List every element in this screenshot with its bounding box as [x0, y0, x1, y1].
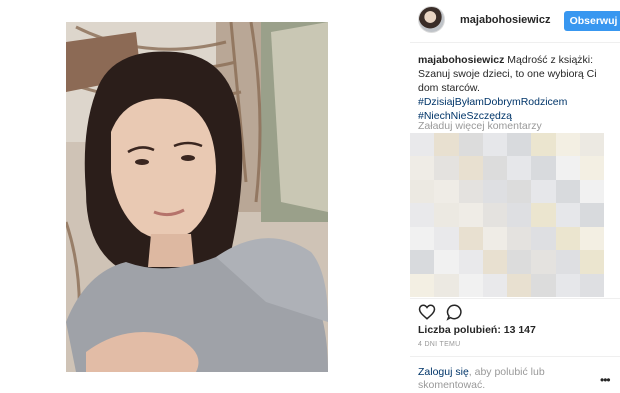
blur-cell	[507, 133, 532, 157]
blur-cell	[458, 179, 483, 204]
blur-cell	[531, 226, 556, 251]
blur-cell	[434, 273, 459, 297]
blurred-comments-area	[410, 133, 604, 297]
blur-cell	[555, 203, 580, 227]
divider	[410, 356, 620, 357]
blur-cell	[555, 133, 580, 157]
blur-cell	[434, 226, 459, 251]
blur-cell	[579, 250, 604, 274]
blur-cell	[555, 156, 580, 180]
blur-cell	[531, 273, 556, 297]
blur-cell	[482, 203, 507, 227]
blur-cell	[555, 250, 580, 274]
post-timestamp[interactable]: 4 DNI TEMU	[418, 341, 461, 348]
blur-cell	[458, 156, 483, 180]
blur-cell	[531, 133, 556, 157]
header-username[interactable]: majabohosiewicz	[460, 14, 550, 26]
blur-cell	[410, 156, 435, 180]
blur-cell	[579, 226, 604, 251]
blur-cell	[434, 156, 459, 180]
post-sidebar: majabohosiewicz Obserwuj majabohosiewicz…	[410, 0, 620, 393]
blur-cell	[555, 226, 580, 251]
blur-cell	[458, 203, 483, 227]
blur-cell	[579, 156, 604, 180]
blur-cell	[410, 273, 435, 297]
login-link[interactable]: Zaloguj się	[418, 366, 469, 378]
blur-cell	[458, 273, 483, 297]
blur-cell	[555, 179, 580, 204]
blur-cell	[579, 203, 604, 227]
divider	[410, 298, 620, 299]
blur-cell	[434, 179, 459, 204]
blur-cell	[507, 273, 532, 297]
likes-count[interactable]: Liczba polubień: 13 147	[418, 324, 536, 336]
blur-cell	[507, 203, 532, 227]
blur-cell	[482, 226, 507, 251]
blur-cell	[434, 250, 459, 274]
selfie-image	[66, 22, 328, 372]
blur-cell	[555, 273, 580, 297]
blur-cell	[579, 273, 604, 297]
blur-cell	[410, 250, 435, 274]
caption-text-line1: Mądrość z książki:	[507, 54, 594, 66]
blur-cell	[507, 250, 532, 274]
blur-cell	[458, 226, 483, 251]
post-photo[interactable]	[66, 22, 328, 372]
blur-cell	[410, 226, 435, 251]
blur-cell	[579, 133, 604, 157]
blur-cell	[482, 273, 507, 297]
blur-cell	[507, 179, 532, 204]
blur-cell	[434, 133, 459, 157]
avatar[interactable]	[418, 6, 445, 33]
login-prompt: Zaloguj się, aby polubić lub skomentować…	[418, 366, 583, 392]
post-header: majabohosiewicz Obserwuj	[418, 6, 620, 34]
comment-icon[interactable]	[446, 303, 464, 321]
follow-button[interactable]: Obserwuj	[564, 11, 620, 31]
blur-cell	[531, 250, 556, 274]
caption-username[interactable]: majabohosiewicz	[418, 54, 504, 66]
ellipsis-icon[interactable]: •••	[600, 374, 611, 386]
blur-cell	[482, 133, 507, 157]
heart-icon[interactable]	[418, 303, 436, 321]
blur-cell	[482, 156, 507, 180]
blur-cell	[458, 133, 483, 157]
blur-cell	[410, 179, 435, 204]
caption-text-line3: dom starców.	[418, 82, 480, 94]
instagram-post-embed: majabohosiewicz Obserwuj majabohosiewicz…	[0, 0, 620, 393]
blur-cell	[434, 203, 459, 227]
divider	[410, 42, 620, 43]
hashtag-link[interactable]: #DzisiajByłamDobrymRodzicem	[418, 95, 613, 109]
blur-cell	[410, 203, 435, 227]
blur-cell	[531, 156, 556, 180]
post-caption: majabohosiewicz Mądrość z książki: Szanu…	[418, 53, 613, 123]
blur-cell	[531, 203, 556, 227]
blur-cell	[507, 156, 532, 180]
blur-cell	[579, 179, 604, 204]
blur-cell	[531, 179, 556, 204]
blur-cell	[458, 250, 483, 274]
blur-cell	[482, 250, 507, 274]
blur-cell	[482, 179, 507, 204]
blur-cell	[410, 133, 435, 157]
load-more-comments-link[interactable]: Załaduj więcej komentarzy	[418, 120, 542, 132]
blur-cell	[507, 226, 532, 251]
caption-text-line2: Szanuj swoje dzieci, to one wybiorą Ci	[418, 68, 597, 80]
